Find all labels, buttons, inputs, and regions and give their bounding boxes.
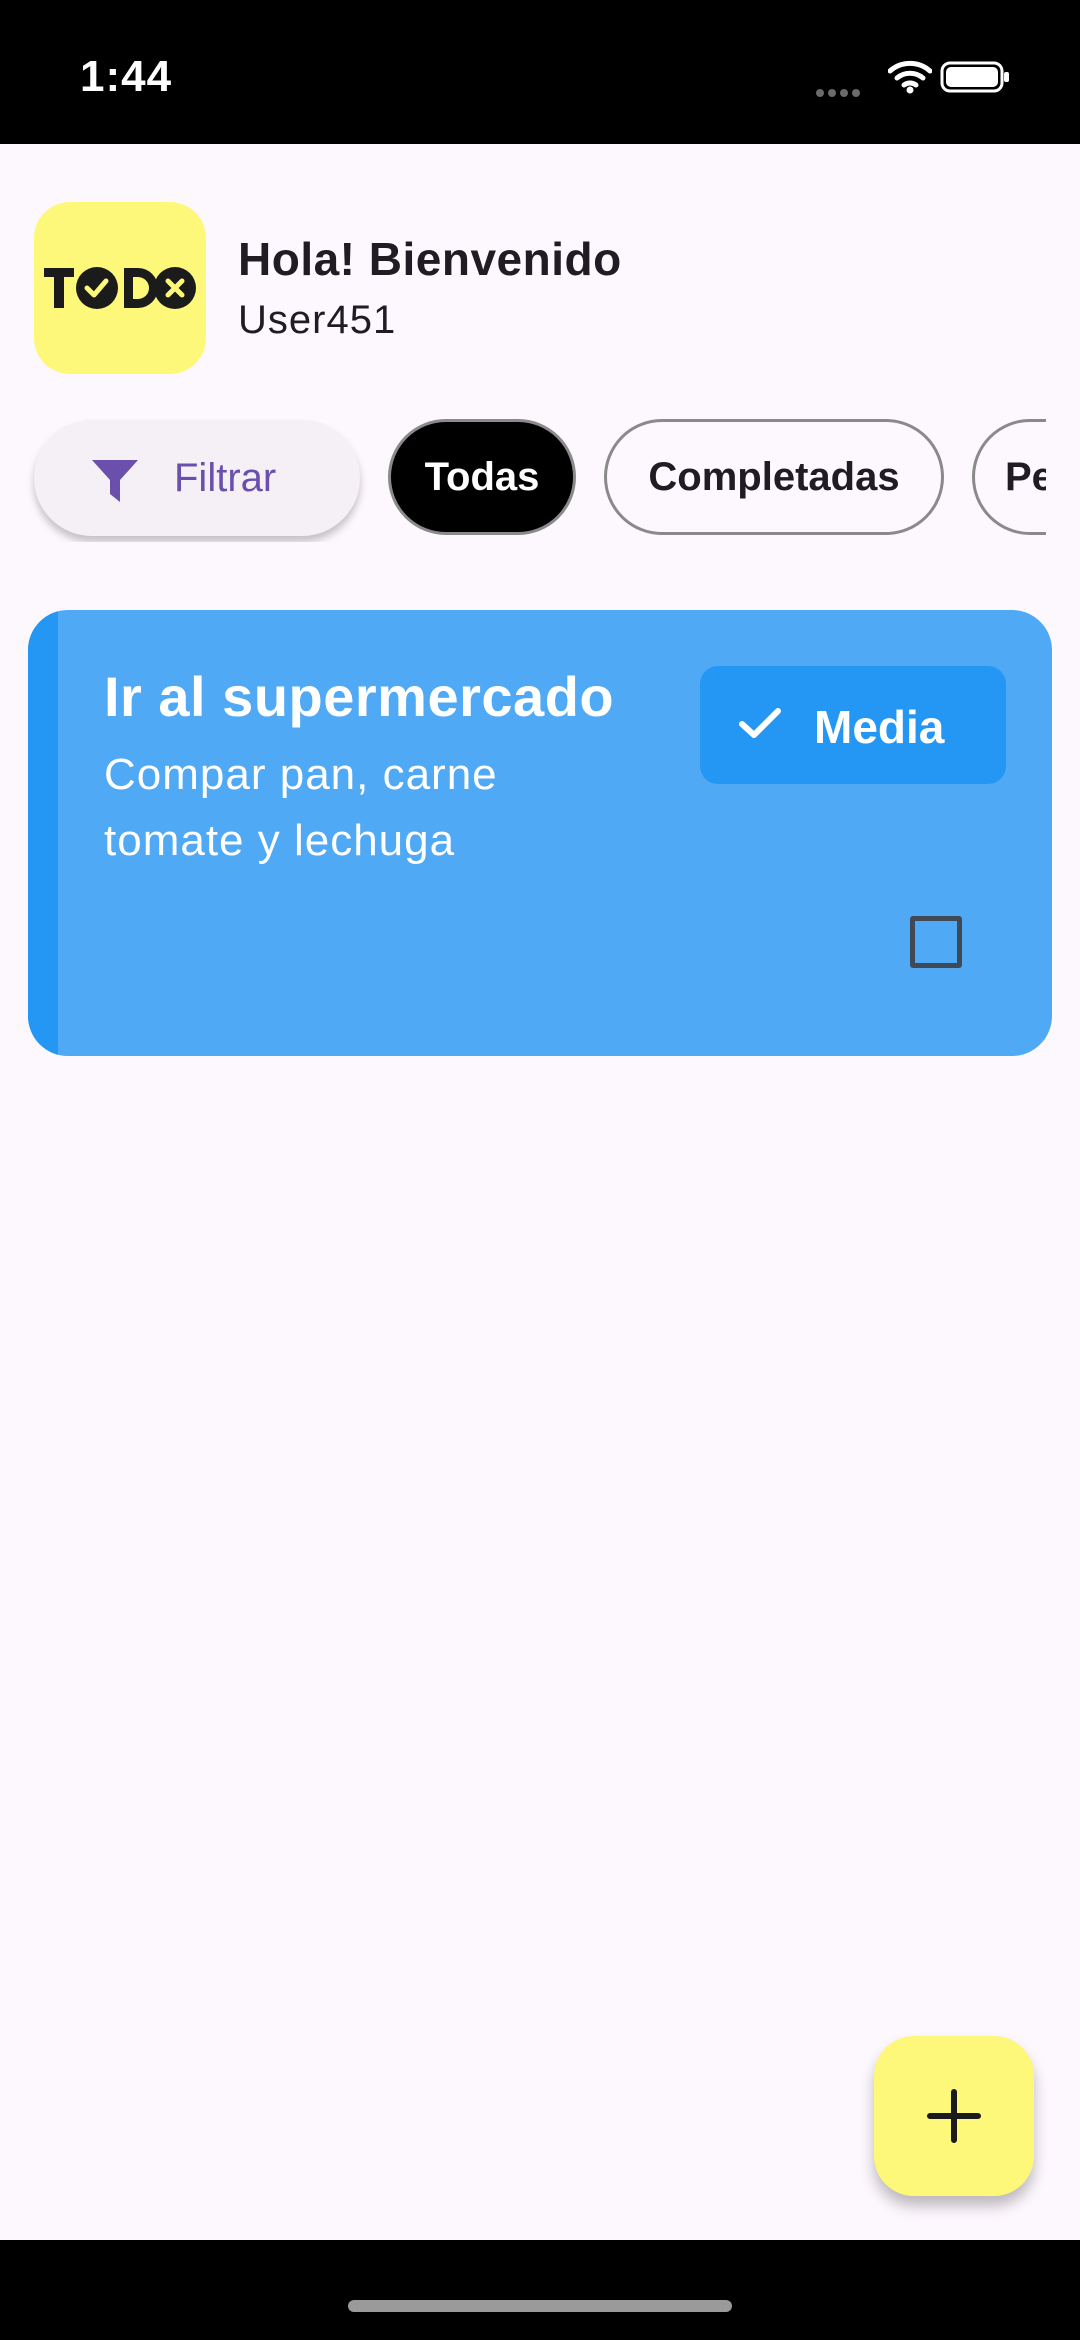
task-title: Ir al supermercado <box>104 665 615 728</box>
check-icon <box>739 708 781 738</box>
username-label: User451 <box>238 298 397 342</box>
task-complete-checkbox[interactable] <box>910 916 962 968</box>
bottom-bar <box>0 2240 1080 2340</box>
chip-todas[interactable]: Todas <box>388 419 576 535</box>
filter-button-label: Filtrar <box>174 456 277 500</box>
signal-dots-icon <box>816 84 864 102</box>
wifi-icon <box>888 60 932 94</box>
filter-row: Filtrar Todas Completadas Pe <box>0 418 1046 542</box>
status-icons <box>800 56 1040 97</box>
battery-icon <box>940 61 1009 93</box>
priority-label: Media <box>814 701 945 753</box>
filter-button[interactable]: Filtrar <box>34 420 360 536</box>
chip-pendientes[interactable]: Pe <box>972 419 1046 535</box>
status-time: 1:44 <box>80 52 173 101</box>
task-priority-accent <box>28 610 58 1056</box>
app-logo <box>34 202 206 374</box>
task-description: Compar pan, carne tomate y lechuga <box>104 750 498 865</box>
todo-logo-icon <box>44 267 196 309</box>
greeting-title: Hola! Bienvenido <box>238 233 622 285</box>
add-task-button[interactable] <box>874 2036 1034 2196</box>
chip-completadas[interactable]: Completadas <box>604 419 944 535</box>
task-card[interactable]: Ir al supermercado Compar pan, carne tom… <box>28 610 1052 1056</box>
home-indicator[interactable] <box>348 2300 732 2312</box>
funnel-icon <box>92 460 138 502</box>
status-bar: 1:44 <box>0 0 1080 144</box>
priority-badge[interactable]: Media <box>700 666 1006 784</box>
plus-icon <box>927 2089 981 2143</box>
